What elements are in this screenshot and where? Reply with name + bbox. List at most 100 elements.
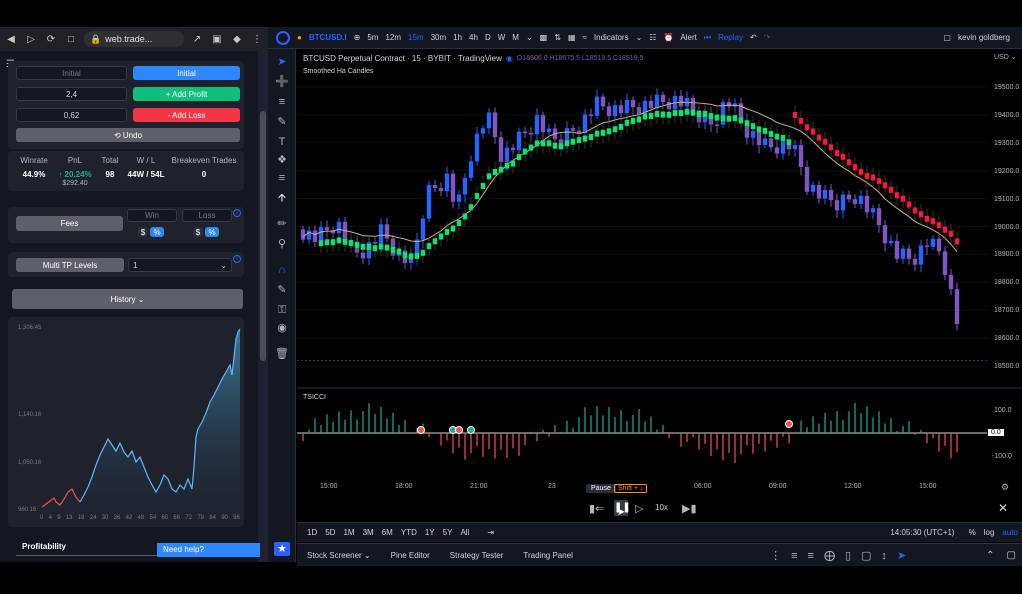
interval-chevron-icon[interactable]: ⌄	[526, 33, 533, 42]
range-1y[interactable]: 1Y	[425, 528, 435, 537]
loss-percent-toggle[interactable]: %	[205, 227, 219, 237]
range-all[interactable]: All	[460, 528, 469, 537]
forecast-icon[interactable]: ≡	[274, 171, 290, 185]
undo-button[interactable]: ⟲ Undo	[16, 128, 240, 142]
scrollbar-thumb[interactable]	[260, 111, 266, 361]
range-5y[interactable]: 5Y	[443, 528, 453, 537]
left-panel-scrollbar[interactable]	[258, 51, 268, 562]
redo-icon[interactable]: ↷	[764, 33, 771, 42]
multi-tp-button[interactable]: Multi TP Levels	[16, 258, 124, 272]
lock-drawings-icon[interactable]: ✎	[274, 283, 290, 297]
indicators-button[interactable]: Indicators	[594, 33, 629, 42]
interval-m[interactable]: M	[512, 33, 519, 42]
candle-type-icon[interactable]: ▩	[540, 33, 548, 42]
interval-30m[interactable]: 30m	[431, 33, 447, 42]
fees-button[interactable]: Fees	[16, 216, 123, 231]
tab-pine-editor[interactable]: Pine Editor	[391, 551, 430, 560]
indicators-icon[interactable]: ≈	[583, 33, 587, 42]
puzzle-icon[interactable]: ◆	[230, 34, 244, 45]
clock[interactable]: 14:05:30 (UTC+1)	[890, 528, 954, 537]
replay-speed[interactable]: 10x	[655, 503, 668, 512]
jump-realtime-icon[interactable]: ▶▮	[682, 502, 697, 515]
add-loss-button[interactable]: - Add Loss	[133, 108, 240, 122]
bottom-drawing-icons[interactable]: ⋮≡≡⨁▯▢↕	[770, 549, 897, 562]
fees-info-icon[interactable]: i	[233, 209, 241, 217]
range-3m[interactable]: 3M	[363, 528, 374, 537]
replay-icon[interactable]: ⏮	[704, 33, 711, 43]
fullscreen-icon[interactable]: ▢	[943, 33, 951, 42]
user-name[interactable]: kevin goldberg	[958, 33, 1010, 42]
tab-stock-screener[interactable]: Stock Screener ⌄	[307, 551, 371, 560]
win-dollar-toggle[interactable]: $	[138, 227, 148, 237]
add-symbol-icon[interactable]: ⊕	[354, 33, 361, 42]
win-percent-toggle[interactable]: %	[150, 227, 164, 237]
tab-trading-panel[interactable]: Trading Panel	[523, 551, 573, 560]
need-help-button[interactable]: Need help?	[157, 543, 260, 557]
interval-4h[interactable]: 4h	[469, 33, 478, 42]
add-profit-button[interactable]: + Add Profit	[133, 87, 240, 101]
interval-d[interactable]: D	[485, 33, 491, 42]
currency-selector[interactable]: USD ⌄	[994, 53, 1017, 61]
share-icon[interactable]: ↗	[190, 34, 204, 45]
brush-icon[interactable]: ✎	[274, 115, 290, 129]
maximize-panel-icon[interactable]: ▢	[1007, 550, 1016, 561]
replay-button[interactable]: Replay	[718, 33, 743, 42]
fees-loss-input[interactable]: Loss	[182, 209, 232, 222]
cursor-icon[interactable]: ➤	[274, 55, 290, 69]
interval-5m[interactable]: 5m	[367, 33, 378, 42]
crosshair-icon[interactable]: ➕	[274, 75, 290, 89]
interval-1h[interactable]: 1h	[453, 33, 462, 42]
trendline-icon[interactable]: ≡	[274, 95, 290, 109]
initial-input[interactable]: Initial	[16, 66, 127, 80]
interval-15m[interactable]: 15m	[408, 33, 424, 42]
ruler-icon[interactable]: ✏	[274, 217, 290, 231]
auto-toggle[interactable]: auto	[1002, 528, 1018, 537]
trash-icon[interactable]: 🗑	[274, 347, 290, 361]
alert-button[interactable]: Alert	[680, 33, 696, 42]
history-button[interactable]: History ⌄	[12, 289, 243, 309]
multi-tp-select[interactable]: 1 ⌄	[128, 258, 232, 272]
range-1m[interactable]: 1M	[343, 528, 354, 537]
text-icon[interactable]: T	[274, 135, 290, 149]
range-6m[interactable]: 6M	[382, 528, 393, 537]
object-tree-icon[interactable]: ★	[274, 542, 290, 556]
pattern-icon[interactable]: ❖	[274, 153, 290, 167]
compare-icon[interactable]: ⇅	[554, 33, 561, 42]
extension-icon[interactable]: ▣	[210, 34, 224, 45]
reload-icon[interactable]: ⟳	[44, 34, 58, 45]
multi-tp-info-icon[interactable]: i	[233, 255, 241, 263]
eye-toggle-icon[interactable]: ◉	[506, 54, 513, 63]
log-toggle[interactable]: log	[984, 528, 995, 537]
templates-icon[interactable]: ☷	[649, 33, 656, 42]
bookmark-icon[interactable]: □	[64, 34, 78, 45]
magnet-icon[interactable]: ∩	[274, 263, 290, 277]
layout-icon[interactable]: ▦	[568, 33, 576, 42]
forward-icon[interactable]: ▷	[24, 34, 38, 45]
interval-12m[interactable]: 12m	[385, 33, 401, 42]
loss-dollar-toggle[interactable]: $	[193, 227, 203, 237]
zoom-icon[interactable]: ⚲	[274, 237, 290, 251]
url-bar[interactable]: 🔒 web.trade...	[84, 31, 184, 47]
profit-input[interactable]: 2,4	[16, 87, 127, 101]
fees-win-input[interactable]: Win	[127, 209, 177, 222]
undo-icon[interactable]: ↶	[750, 33, 757, 42]
step-forward-icon[interactable]: ▷	[635, 502, 643, 515]
interval-w[interactable]: W	[498, 33, 506, 42]
range-1d[interactable]: 1D	[307, 528, 317, 537]
indicators-chevron-icon[interactable]: ⌄	[636, 33, 643, 42]
close-replay-icon[interactable]: ✕	[998, 501, 1008, 515]
indicator-label[interactable]: Smoothed Ha Candles	[303, 68, 373, 75]
collapse-panel-icon[interactable]: ⌃	[986, 550, 994, 561]
arrow-up-icon[interactable]: 🡩	[274, 191, 290, 205]
alert-icon[interactable]: ⏰	[663, 33, 673, 42]
range-5d[interactable]: 5D	[325, 528, 335, 537]
select-bar-icon[interactable]: ▮⇐	[589, 502, 604, 515]
price-chart[interactable]	[297, 49, 1022, 534]
range-ytd[interactable]: YTD	[401, 528, 417, 537]
oscillator-label[interactable]: TSICCI	[303, 394, 326, 401]
tab-strategy-tester[interactable]: Strategy Tester	[450, 551, 504, 560]
tv-logo-icon[interactable]	[276, 30, 290, 45]
eye-icon[interactable]: ◉	[274, 321, 290, 335]
lock-icon[interactable]: ⚿	[274, 303, 290, 317]
cursor-mode-icon[interactable]: ➤	[897, 549, 906, 562]
